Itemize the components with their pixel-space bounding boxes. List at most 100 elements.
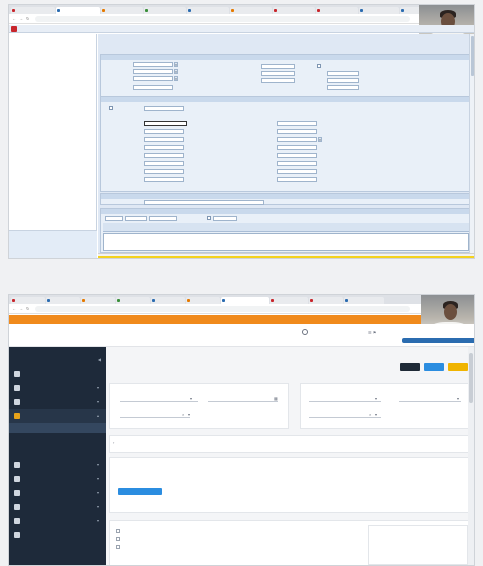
sidebar-toggle[interactable]: ◀	[9, 353, 106, 367]
browser-tab[interactable]	[81, 297, 115, 304]
sidebar-item[interactable]	[9, 528, 106, 542]
sidebar-item[interactable]: ▾	[9, 458, 106, 472]
sidebar-item[interactable]: ▾	[9, 395, 106, 409]
action-button-warning[interactable]	[448, 363, 468, 371]
checkbox[interactable]	[116, 529, 120, 533]
select-field[interactable]	[120, 396, 198, 402]
scrollbar-thumb[interactable]	[469, 353, 473, 403]
header-actions-icon[interactable]: ☰ ⚑	[368, 330, 376, 335]
grid-search[interactable]	[149, 216, 177, 221]
browser-tab-active[interactable]	[221, 297, 269, 304]
reload-icon[interactable]: ↻	[26, 17, 30, 21]
text-field[interactable]	[277, 161, 317, 166]
checkbox[interactable]	[207, 216, 211, 220]
text-field[interactable]	[261, 78, 295, 83]
browser-tab[interactable]	[359, 7, 399, 14]
text-field[interactable]	[133, 62, 173, 67]
text-field[interactable]	[144, 169, 184, 174]
reload-icon[interactable]: ↻	[26, 307, 30, 311]
browser-tab[interactable]	[316, 7, 358, 14]
browser-tab[interactable]	[344, 297, 384, 304]
text-field-focused[interactable]	[144, 121, 187, 126]
text-field[interactable]	[277, 169, 317, 174]
browser-tab[interactable]	[144, 7, 186, 14]
browser-tab[interactable]	[46, 297, 80, 304]
checkbox[interactable]	[317, 64, 321, 68]
scrollbar-thumb[interactable]	[471, 36, 474, 76]
browser-tab[interactable]	[151, 297, 185, 304]
text-field[interactable]	[277, 129, 317, 134]
clear-icon[interactable]: ×	[369, 412, 371, 417]
clear-icon[interactable]: ×	[182, 412, 184, 417]
browser-tab[interactable]	[101, 7, 143, 14]
dropdown-toggle[interactable]: ▾	[174, 69, 178, 74]
browser-tab[interactable]	[230, 7, 272, 14]
text-field[interactable]	[327, 78, 359, 83]
text-field[interactable]	[327, 85, 359, 90]
sidebar-item[interactable]: ▾	[9, 514, 106, 528]
forward-icon[interactable]: →	[19, 17, 23, 21]
collapse-icon[interactable]: ◀	[98, 357, 101, 362]
main-scrollbar[interactable]	[468, 347, 474, 565]
text-field[interactable]	[277, 153, 317, 158]
back-icon[interactable]: ←	[12, 17, 16, 21]
browser-tab[interactable]	[116, 297, 150, 304]
browser-tab[interactable]	[270, 297, 308, 304]
forward-icon[interactable]: →	[19, 307, 23, 311]
sidebar-subitem-active[interactable]	[9, 423, 106, 433]
sidebar-item[interactable]: ▾	[9, 472, 106, 486]
checkbox[interactable]	[109, 106, 113, 110]
address-bar[interactable]	[35, 16, 410, 22]
text-field[interactable]	[144, 161, 184, 166]
sidebar-subitem[interactable]	[9, 443, 106, 453]
action-button-primary[interactable]	[400, 363, 420, 371]
text-field[interactable]	[277, 145, 317, 150]
header-status-pill[interactable]	[402, 338, 474, 343]
text-field[interactable]	[327, 71, 359, 76]
text-field[interactable]	[144, 145, 184, 150]
text-field[interactable]	[144, 106, 184, 111]
select-field[interactable]	[120, 412, 190, 418]
dropdown-toggle[interactable]: ▾	[318, 137, 322, 142]
browser-tab[interactable]	[273, 7, 315, 14]
chevron-right-icon[interactable]: ›	[113, 440, 114, 445]
text-field[interactable]	[133, 85, 173, 90]
dropdown-toggle[interactable]: ▾	[174, 62, 178, 67]
text-field[interactable]	[133, 69, 173, 74]
select-field[interactable]	[309, 396, 381, 402]
grid-body[interactable]	[103, 233, 469, 251]
grid-filter[interactable]	[213, 216, 237, 221]
text-field[interactable]	[277, 137, 317, 142]
browser-tab[interactable]	[11, 7, 55, 14]
sidebar-item[interactable]	[9, 367, 106, 381]
sidebar-subitem[interactable]	[9, 433, 106, 443]
text-field[interactable]	[277, 177, 317, 182]
browser-tab[interactable]	[186, 297, 220, 304]
checkbox[interactable]	[116, 545, 120, 549]
browser-tab-active[interactable]	[56, 7, 100, 14]
action-button-secondary[interactable]	[424, 363, 444, 371]
dropdown-toggle[interactable]: ▾	[174, 76, 178, 81]
text-field[interactable]	[144, 153, 184, 158]
search-icon[interactable]	[302, 329, 308, 335]
address-bar[interactable]	[35, 306, 410, 312]
sidebar-item[interactable]: ▾	[9, 486, 106, 500]
browser-tab[interactable]	[187, 7, 229, 14]
back-icon[interactable]: ←	[12, 307, 16, 311]
text-field[interactable]	[261, 71, 295, 76]
sidebar-item[interactable]: ▾	[9, 500, 106, 514]
text-field[interactable]	[144, 129, 184, 134]
add-line-button[interactable]	[118, 488, 162, 495]
grid-filter[interactable]	[125, 216, 147, 221]
form-scrollbar[interactable]	[469, 34, 474, 258]
calendar-icon[interactable]: ▦	[274, 396, 278, 401]
select-field[interactable]	[399, 396, 461, 402]
browser-tab[interactable]	[309, 297, 343, 304]
text-field[interactable]	[277, 121, 317, 126]
text-field[interactable]	[144, 177, 184, 182]
text-field[interactable]	[261, 64, 295, 69]
checkbox[interactable]	[116, 537, 120, 541]
sidebar-item[interactable]: ▾	[9, 381, 106, 395]
text-field[interactable]	[144, 137, 184, 142]
browser-tab[interactable]	[11, 297, 45, 304]
